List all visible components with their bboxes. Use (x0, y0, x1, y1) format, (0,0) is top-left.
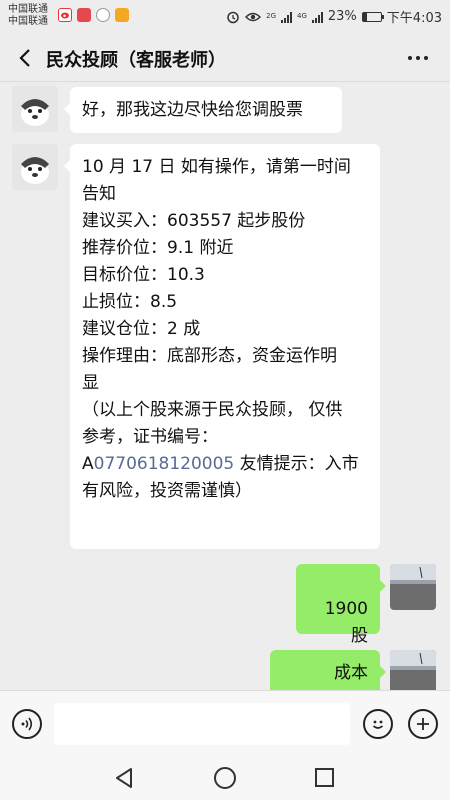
message-line: 显 (82, 373, 99, 393)
voice-button[interactable] (12, 709, 42, 739)
message-line: 操作理由：底部形态，资金运作明 (82, 346, 337, 366)
nav-recents-button[interactable] (315, 768, 334, 787)
phone-number-link[interactable]: 0770618120005 (94, 454, 235, 474)
chat-header: 民众投顾（客服老师） (0, 34, 450, 82)
notification-icons (58, 8, 129, 22)
status-bar: 中国联通 中国联通 2G 4G 23% 下午4:03 (0, 0, 450, 34)
voice-icon (21, 717, 33, 731)
alarm-icon (227, 11, 239, 23)
husky-avatar-icon (12, 144, 58, 190)
plus-icon (417, 718, 429, 730)
message-text: 成本 9.114 (334, 663, 368, 683)
battery-icon (361, 11, 384, 22)
message-line: 有风险，投资需谨慎） (82, 481, 252, 501)
app-orange-icon (115, 8, 129, 22)
message-list[interactable]: 好，那我这边尽快给您调股票 10 月 17 日 如有操作，请第一时间 告知 建议… (0, 82, 450, 690)
license-prefix: A (82, 454, 94, 474)
avatar-other[interactable] (12, 144, 58, 190)
signal-icon (281, 11, 292, 23)
emoji-button[interactable] (363, 709, 393, 739)
message-bubble-outgoing[interactable]: 1900 股 (296, 564, 386, 646)
message-bubble-incoming[interactable]: 10 月 17 日 如有操作，请第一时间 告知 建议买入：603557 起步股份… (64, 144, 380, 549)
weibo-icon (58, 8, 72, 22)
avatar-self[interactable] (390, 564, 436, 610)
message-line: 目标价位：10.3 (82, 265, 205, 285)
message-line: 参考，证书编号： (82, 427, 218, 447)
message-line: （以上个股来源于民众投顾， 仅供 (82, 400, 343, 420)
message-line: 建议仓位：2 成 (82, 319, 201, 339)
more-button[interactable] (408, 47, 432, 69)
input-bar (0, 690, 450, 756)
status-right: 2G 4G 23% 下午4:03 (226, 7, 442, 26)
chevron-left-icon (19, 49, 30, 67)
husky-avatar-icon (12, 86, 58, 132)
network-4g: 4G (297, 12, 307, 20)
landscape-avatar-icon (390, 650, 436, 690)
more-dots-icon (408, 56, 428, 60)
message-line: 推荐价位：9.1 附近 (82, 238, 234, 258)
message-line: A0770618120005 友情提示：入市 (82, 451, 368, 478)
landscape-avatar-icon (390, 564, 436, 610)
carrier-1: 中国联通 (8, 4, 48, 15)
nav-back-button[interactable] (114, 767, 134, 793)
battery-percent: 23% (327, 9, 357, 24)
message-line: 10 月 17 日 如有操作，请第一时间 (82, 157, 351, 177)
message-text: 1900 股 (324, 599, 368, 646)
message-text: 好，那我这边尽快给您调股票 (82, 100, 303, 120)
system-nav-bar (0, 756, 450, 800)
message-bubble-incoming[interactable]: 好，那我这边尽快给您调股票 (64, 87, 342, 133)
carrier-info: 中国联通 中国联通 (8, 4, 48, 28)
message-input[interactable] (54, 703, 350, 745)
carrier-2: 中国联通 (8, 16, 48, 27)
signal-icon (311, 11, 323, 23)
nav-home-button[interactable] (214, 767, 236, 789)
triangle-back-icon (116, 768, 132, 788)
avatar-self[interactable] (390, 650, 436, 690)
message-bubble-outgoing[interactable]: 成本 9.114 (270, 650, 386, 690)
app-red-icon (77, 8, 91, 22)
message-text: 友情提示：入市 (234, 454, 359, 474)
network-2g: 2G (266, 12, 276, 20)
clock: 下午4:03 (386, 11, 442, 26)
emoji-icon (372, 720, 384, 729)
message-line: 建议买入：603557 起步股份 (82, 211, 306, 231)
message-line: 告知 (82, 184, 116, 204)
eye-icon (245, 12, 262, 21)
plus-button[interactable] (408, 709, 438, 739)
chat-title: 民众投顾（客服老师） (46, 50, 226, 71)
app-spiral-icon (96, 8, 110, 22)
avatar-other[interactable] (12, 86, 58, 132)
message-line: 止损位：8.5 (82, 292, 178, 312)
back-button[interactable] (14, 47, 36, 69)
